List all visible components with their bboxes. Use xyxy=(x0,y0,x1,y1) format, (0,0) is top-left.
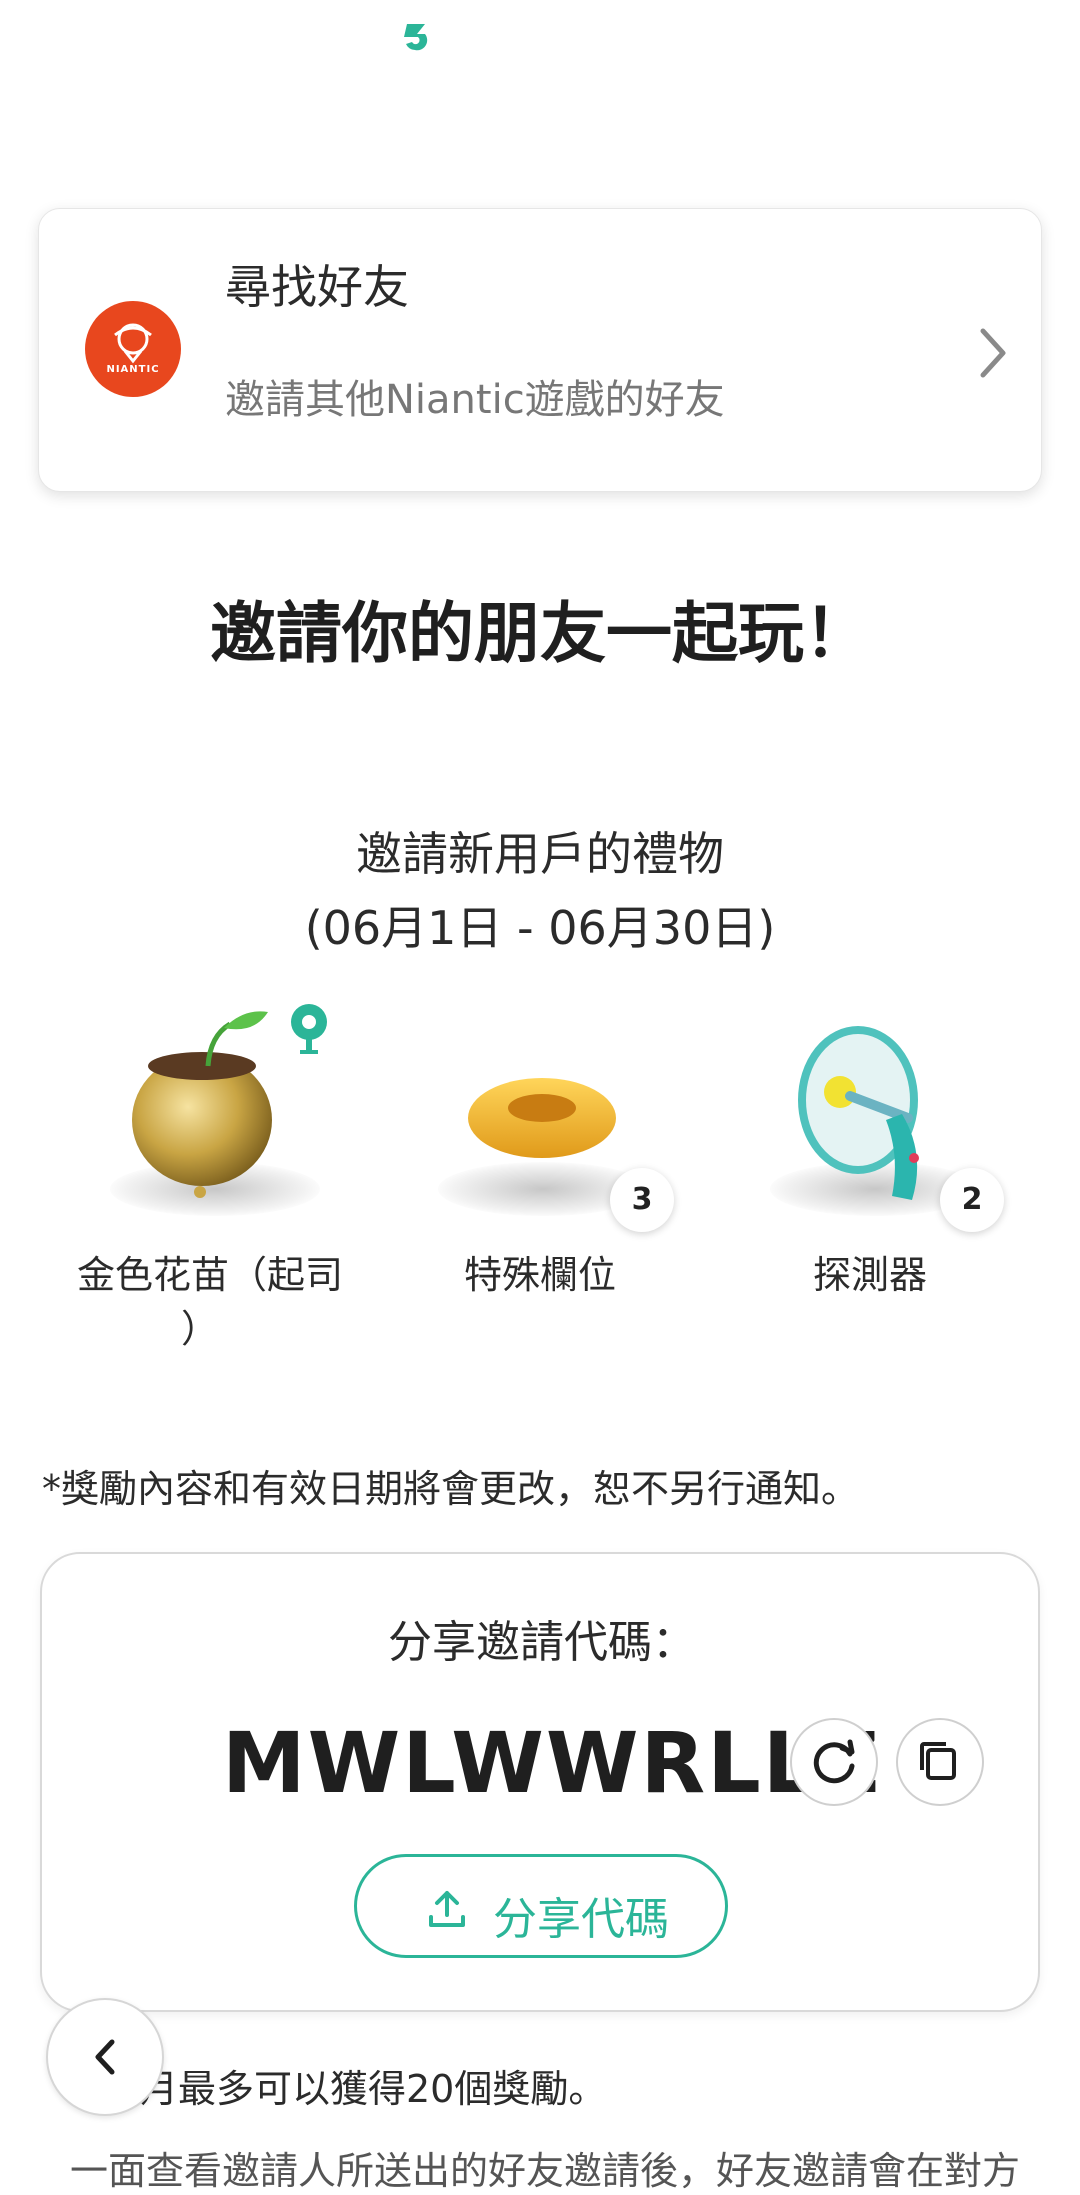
monthly-reward-text: 月最多可以獲得20個獎勵。 xyxy=(140,2067,607,2111)
share-code-label: 分享代碼 xyxy=(493,1894,669,1945)
flower-badge-icon xyxy=(291,1004,327,1054)
detector-icon xyxy=(798,1026,919,1200)
niantic-logo-text: NIANTIC xyxy=(106,364,160,375)
refresh-code-button[interactable] xyxy=(790,1718,878,1806)
page-headline: 邀請你的朋友一起玩！ xyxy=(210,595,870,672)
item-count-badge: 3 xyxy=(610,1168,674,1232)
disclaimer-notice: *獎勵內容和有效日期將會更改，恕不另行通知。 xyxy=(42,1467,860,1511)
upload-icon xyxy=(429,1891,465,1927)
find-friends-subtitle: 邀請其他Niantic遊戲的好友 xyxy=(225,377,725,423)
footer-more-text: 一面查看邀請人所送出的好友邀請後，好友邀請會在對方 xyxy=(70,2149,1021,2193)
back-button[interactable] xyxy=(46,1998,164,2116)
copy-icon xyxy=(920,1742,956,1780)
invite-code-value: MWLWWRLLZ xyxy=(222,1714,882,1812)
item-label-continued: ） xyxy=(180,1307,219,1351)
share-code-button[interactable]: 分享代碼 xyxy=(354,1854,728,1958)
item-label: 探測器 xyxy=(812,1253,927,1297)
item-label: 金色花苗（起司 xyxy=(76,1253,343,1297)
niantic-logo-icon: NIANTIC xyxy=(85,301,181,397)
chevron-right-icon xyxy=(980,328,1006,378)
gifts-title: 邀請新用戶的禮物 xyxy=(356,827,724,881)
special-slot-icon xyxy=(468,1078,616,1158)
item-label: 特殊欄位 xyxy=(463,1253,616,1297)
gifts-date-range: (06月1日 - 06月30日) xyxy=(304,901,776,955)
item-count-badge: 2 xyxy=(940,1168,1004,1232)
copy-code-button[interactable] xyxy=(896,1718,984,1806)
refresh-icon xyxy=(813,1739,855,1784)
find-friends-title: 尋找好友 xyxy=(225,260,409,314)
invite-code-label: 分享邀請代碼： xyxy=(388,1617,696,1668)
find-friends-card[interactable]: NIANTIC 尋找好友 邀請其他Niantic遊戲的好友 xyxy=(38,208,1042,492)
app-logo-icon xyxy=(404,24,428,51)
invite-code-card: 分享邀請代碼： MWLWWRLLZ 分享代碼 xyxy=(40,1552,1040,2012)
chevron-left-icon xyxy=(95,2039,115,2075)
